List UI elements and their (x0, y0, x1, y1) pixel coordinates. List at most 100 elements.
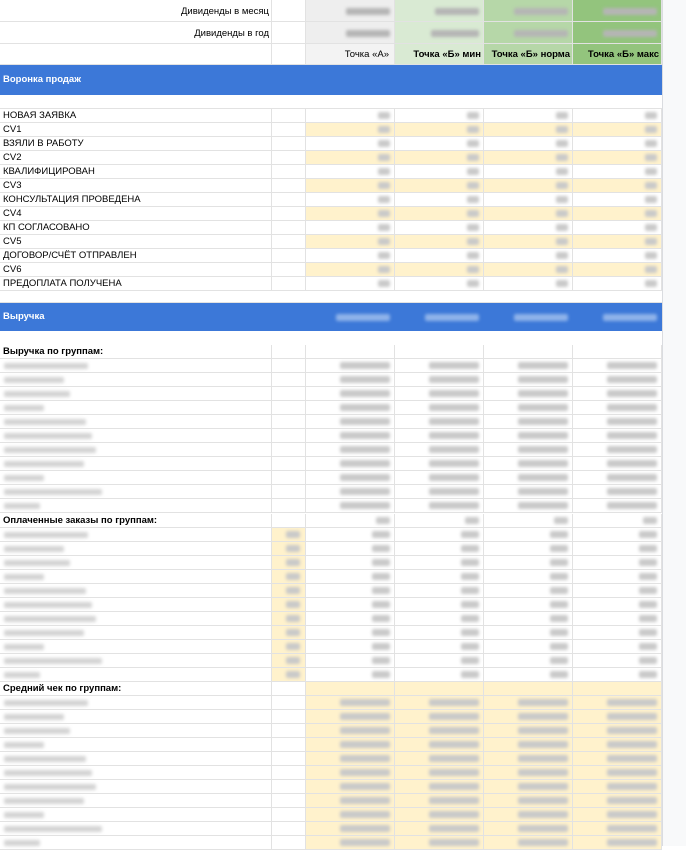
cell[interactable] (272, 373, 306, 386)
funnel-value-cell[interactable] (484, 151, 573, 164)
group-value-cell[interactable] (573, 556, 662, 569)
cell[interactable] (272, 415, 306, 428)
group-name-cell[interactable] (0, 570, 272, 583)
cell[interactable] (272, 514, 306, 527)
group-value-cell[interactable] (306, 457, 395, 470)
funnel-label-cell[interactable]: НОВАЯ ЗАЯВКА (0, 109, 272, 122)
cell[interactable] (272, 682, 306, 695)
group-value-cell[interactable] (484, 724, 573, 737)
cell[interactable] (272, 724, 306, 737)
cell[interactable] (272, 612, 306, 625)
group-value-cell[interactable] (573, 710, 662, 723)
group-value-cell[interactable] (573, 794, 662, 807)
group-name-cell[interactable] (0, 556, 272, 569)
dividends-year-b-min[interactable] (395, 22, 484, 43)
group-value-cell[interactable] (573, 584, 662, 597)
group-value-cell[interactable] (306, 359, 395, 372)
group-value-cell[interactable] (395, 752, 484, 765)
cell[interactable] (272, 626, 306, 639)
cell[interactable] (272, 22, 306, 43)
funnel-value-cell[interactable] (306, 151, 395, 164)
cell[interactable] (306, 345, 395, 358)
group-value-cell[interactable] (395, 387, 484, 400)
group-value-cell[interactable] (484, 556, 573, 569)
funnel-label-cell[interactable]: КОНСУЛЬТАЦИЯ ПРОВЕДЕНА (0, 193, 272, 206)
group-value-cell[interactable] (395, 738, 484, 751)
cell[interactable] (272, 109, 306, 122)
group-value-cell[interactable] (395, 471, 484, 484)
group-value-cell[interactable] (395, 429, 484, 442)
group-name-cell[interactable] (0, 612, 272, 625)
cell[interactable] (272, 598, 306, 611)
col-b-max-header[interactable]: Точка «Б» макс (573, 44, 662, 64)
funnel-value-cell[interactable] (395, 221, 484, 234)
dividends-year-b-max[interactable] (573, 22, 662, 43)
group-name-cell[interactable] (0, 499, 272, 512)
group-value-cell[interactable] (395, 443, 484, 456)
revenue-title-cell[interactable]: Выручка (0, 303, 272, 331)
group-value-cell[interactable] (484, 794, 573, 807)
group-name-cell[interactable] (0, 401, 272, 414)
funnel-value-cell[interactable] (395, 235, 484, 248)
cell[interactable] (573, 345, 662, 358)
group-value-cell[interactable] (484, 752, 573, 765)
funnel-value-cell[interactable] (306, 179, 395, 192)
cell[interactable] (272, 668, 306, 681)
group-value-cell[interactable] (484, 373, 573, 386)
group-value-cell[interactable] (484, 626, 573, 639)
cell[interactable] (272, 123, 306, 136)
cell[interactable] (272, 780, 306, 793)
group-value-cell[interactable] (395, 668, 484, 681)
group-value-cell[interactable] (573, 780, 662, 793)
group-value-cell[interactable] (573, 752, 662, 765)
group-value-cell[interactable] (573, 626, 662, 639)
group-value-cell[interactable] (306, 752, 395, 765)
group-value-cell[interactable] (573, 457, 662, 470)
group-value-cell[interactable] (395, 415, 484, 428)
revenue-groups-title-cell[interactable]: Выручка по группам: (0, 345, 272, 358)
funnel-value-cell[interactable] (573, 277, 662, 290)
cell[interactable] (306, 514, 395, 527)
group-value-cell[interactable] (573, 668, 662, 681)
funnel-value-cell[interactable] (306, 249, 395, 262)
funnel-value-cell[interactable] (573, 207, 662, 220)
group-name-cell[interactable] (0, 598, 272, 611)
group-value-cell[interactable] (395, 373, 484, 386)
cell[interactable] (272, 221, 306, 234)
dividends-month-b-min[interactable] (395, 0, 484, 21)
group-value-cell[interactable] (395, 570, 484, 583)
group-name-cell[interactable] (0, 766, 272, 779)
group-name-cell[interactable] (0, 626, 272, 639)
cell[interactable] (272, 640, 306, 653)
group-value-cell[interactable] (395, 808, 484, 821)
funnel-value-cell[interactable] (484, 207, 573, 220)
group-name-cell[interactable] (0, 471, 272, 484)
group-value-cell[interactable] (484, 443, 573, 456)
group-value-cell[interactable] (573, 570, 662, 583)
group-value-cell[interactable] (306, 612, 395, 625)
funnel-value-cell[interactable] (306, 207, 395, 220)
funnel-value-cell[interactable] (484, 263, 573, 276)
group-value-cell[interactable] (306, 808, 395, 821)
group-value-cell[interactable] (306, 724, 395, 737)
group-value-cell[interactable] (573, 485, 662, 498)
group-value-cell[interactable] (484, 401, 573, 414)
cell[interactable] (272, 499, 306, 512)
funnel-value-cell[interactable] (573, 165, 662, 178)
funnel-value-cell[interactable] (484, 277, 573, 290)
funnel-value-cell[interactable] (573, 193, 662, 206)
group-value-cell[interactable] (306, 710, 395, 723)
funnel-value-cell[interactable] (306, 165, 395, 178)
funnel-label-cell[interactable]: CV1 (0, 123, 272, 136)
group-value-cell[interactable] (306, 499, 395, 512)
revenue-total-b-min[interactable] (395, 303, 484, 331)
group-value-cell[interactable] (306, 836, 395, 849)
group-value-cell[interactable] (484, 359, 573, 372)
cell[interactable] (272, 151, 306, 164)
group-value-cell[interactable] (484, 640, 573, 653)
cell[interactable] (573, 514, 662, 527)
group-name-cell[interactable] (0, 457, 272, 470)
funnel-value-cell[interactable] (306, 193, 395, 206)
group-value-cell[interactable] (484, 499, 573, 512)
group-value-cell[interactable] (306, 626, 395, 639)
